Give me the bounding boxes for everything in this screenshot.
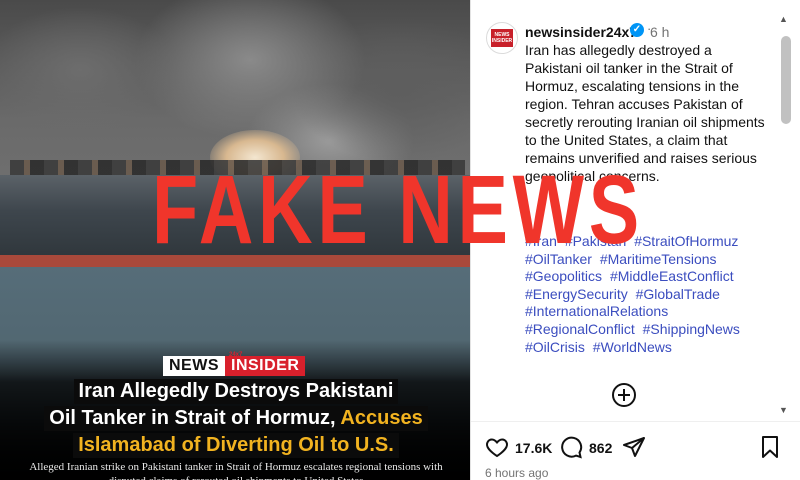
logo-news-text: NEWS [163, 356, 225, 376]
scroll-down-arrow[interactable]: ▼ [779, 405, 788, 415]
hashtag-link[interactable]: #WorldNews [593, 339, 672, 355]
hashtag-link[interactable]: #StraitOfHormuz [634, 233, 738, 249]
comment-icon[interactable] [559, 435, 583, 459]
hashtag-link[interactable]: #InternationalRelations [525, 303, 668, 319]
share-icon[interactable] [622, 435, 646, 459]
post-time[interactable]: 6 h [650, 24, 669, 40]
image-headline: Iran Allegedly Destroys Pakistani Oil Ta… [10, 378, 462, 459]
like-count[interactable]: 17.6K [515, 440, 552, 456]
comment-count[interactable]: 862 [589, 440, 612, 456]
hashtag-link[interactable]: #OilCrisis [525, 339, 585, 355]
avatar-logo: NEWS INSIDER [491, 29, 513, 47]
headline-line-3: Islamabad of Diverting Oil to U.S. [73, 433, 399, 458]
hashtag-link[interactable]: #EnergySecurity [525, 286, 628, 302]
verified-icon: ✓ [630, 23, 644, 37]
actions-divider [471, 421, 800, 422]
add-comment-icon[interactable] [612, 383, 636, 407]
avatar[interactable]: NEWS INSIDER [486, 22, 518, 54]
logo-insider-text: INSIDER [225, 356, 306, 376]
scrollbar-thumb[interactable] [781, 36, 791, 124]
scroll-up-arrow[interactable]: ▲ [779, 14, 788, 24]
hashtag-link[interactable]: #Geopolitics [525, 268, 602, 284]
logo-tag: 24x7 [229, 352, 243, 358]
fake-news-stamp: FAKE NEWS [152, 155, 644, 264]
headline-line-2: Oil Tanker in Strait of Hormuz, Accuses [44, 406, 428, 431]
hashtag-link[interactable]: #ShippingNews [643, 321, 740, 337]
hashtag-link[interactable]: #GlobalTrade [636, 286, 720, 302]
hashtag-link[interactable]: #RegionalConflict [525, 321, 635, 337]
headline-line-1: Iran Allegedly Destroys Pakistani [73, 379, 399, 404]
username-link[interactable]: newsinsider24x7 [525, 24, 637, 40]
image-caption: Alleged Iranian strike on Pakistani tank… [29, 461, 443, 480]
news-insider-logo: NEWS INSIDER [163, 356, 306, 376]
heart-icon[interactable] [485, 435, 509, 459]
bookmark-icon[interactable] [758, 435, 782, 459]
hashtag-link[interactable]: #MiddleEastConflict [610, 268, 734, 284]
post-timestamp[interactable]: 6 hours ago [485, 466, 548, 480]
